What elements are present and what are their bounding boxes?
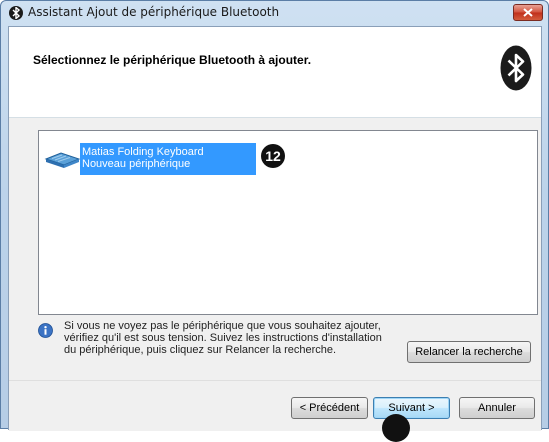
- info-icon: [38, 323, 53, 338]
- info-line: du périphérique, puis cliquez sur Relanc…: [64, 344, 337, 356]
- wizard-window: Assistant Ajout de périphérique Bluetoot…: [0, 0, 549, 431]
- device-status: Nouveau périphérique: [82, 158, 191, 170]
- bluetooth-icon: [9, 6, 23, 20]
- callout-badge: 12: [261, 144, 285, 168]
- page-title: Sélectionnez le périphérique Bluetooth à…: [33, 53, 312, 67]
- device-label: Matias Folding Keyboard Nouveau périphér…: [80, 143, 256, 175]
- next-button[interactable]: Suivant >: [373, 397, 450, 419]
- back-button[interactable]: < Précédent: [291, 397, 368, 419]
- callout-badge-partial: [382, 414, 410, 442]
- close-button[interactable]: [513, 4, 543, 21]
- bluetooth-logo-icon: [500, 45, 532, 91]
- window-title: Assistant Ajout de périphérique Bluetoot…: [28, 5, 280, 19]
- title-bar[interactable]: Assistant Ajout de périphérique Bluetoot…: [1, 1, 548, 25]
- keyboard-icon: [44, 152, 81, 168]
- cancel-button[interactable]: Annuler: [459, 397, 535, 419]
- device-list[interactable]: Matias Folding Keyboard Nouveau périphér…: [38, 130, 538, 315]
- wizard-content: Sélectionnez le périphérique Bluetooth à…: [8, 26, 542, 431]
- rescan-button[interactable]: Relancer la recherche: [407, 341, 531, 363]
- wizard-footer: < Précédent Suivant > Annuler: [9, 380, 541, 431]
- device-name: Matias Folding Keyboard: [82, 146, 204, 158]
- info-line: vérifiez qu'il est sous tension. Suivez …: [64, 332, 382, 344]
- wizard-header: Sélectionnez le périphérique Bluetooth à…: [9, 27, 541, 117]
- list-item[interactable]: Matias Folding Keyboard Nouveau périphér…: [43, 143, 256, 175]
- info-line: Si vous ne voyez pas le périphérique que…: [64, 320, 381, 332]
- close-icon: [523, 8, 533, 17]
- info-message: Si vous ne voyez pas le périphérique que…: [64, 320, 414, 356]
- wizard-body: Matias Folding Keyboard Nouveau périphér…: [9, 118, 541, 380]
